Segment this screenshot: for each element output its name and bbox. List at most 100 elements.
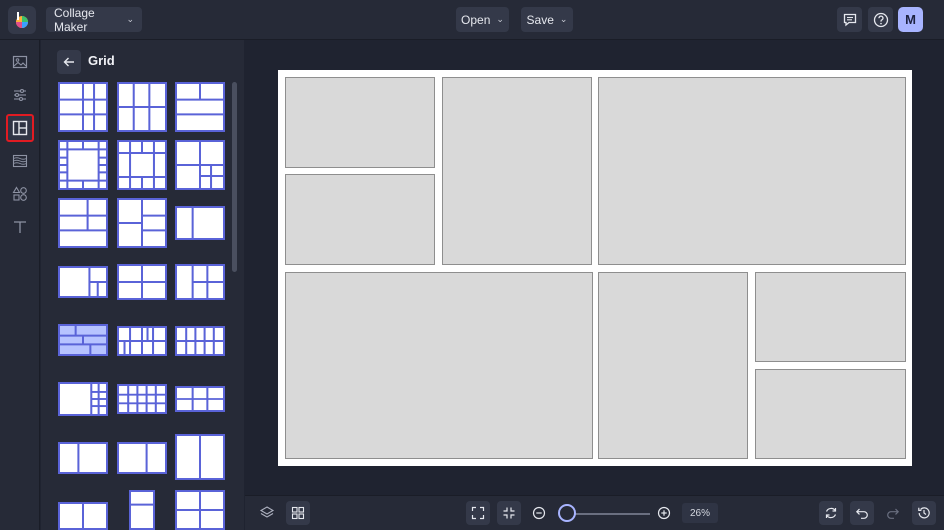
history-button[interactable] bbox=[912, 501, 936, 525]
grid-layout-option[interactable] bbox=[117, 326, 167, 356]
grid-layout-option[interactable] bbox=[175, 386, 225, 412]
sliders-icon bbox=[14, 88, 26, 102]
redo-icon bbox=[887, 508, 900, 519]
collage-cell[interactable] bbox=[285, 174, 435, 265]
grid-layout-option[interactable] bbox=[117, 82, 167, 132]
rail-item-images[interactable] bbox=[6, 48, 34, 76]
grid-layout-option[interactable] bbox=[129, 490, 155, 530]
zoom-level: 26% bbox=[682, 503, 718, 523]
collage-cell[interactable] bbox=[285, 77, 435, 168]
comments-button[interactable] bbox=[837, 7, 862, 32]
layers-button[interactable] bbox=[255, 501, 279, 525]
grid-layout-option[interactable] bbox=[117, 384, 167, 414]
back-button[interactable] bbox=[57, 50, 81, 74]
image-icon bbox=[12, 55, 28, 69]
workspace bbox=[245, 40, 944, 495]
grid-layout-preview bbox=[191, 266, 223, 298]
grid-layout-preview bbox=[119, 200, 165, 246]
shapes-icon bbox=[12, 186, 27, 201]
zoom-slider-handle[interactable] bbox=[558, 504, 576, 522]
history-icon bbox=[918, 507, 930, 519]
help-button[interactable] bbox=[868, 7, 893, 32]
save-label: Save bbox=[526, 12, 554, 27]
rail-item-adjust[interactable] bbox=[6, 81, 34, 109]
grid-layout-preview bbox=[198, 436, 202, 478]
layout-icon bbox=[12, 120, 28, 136]
zoom-in-button[interactable] bbox=[652, 501, 676, 525]
texture-icon bbox=[12, 154, 28, 168]
grid-layout-option[interactable] bbox=[175, 264, 225, 300]
grid-layout-preview bbox=[177, 328, 223, 354]
grid-layout-option[interactable] bbox=[117, 198, 167, 248]
grid-layout-option[interactable] bbox=[58, 82, 108, 132]
undo-button[interactable] bbox=[850, 501, 874, 525]
grid-layout-option[interactable] bbox=[58, 198, 108, 248]
replace-button[interactable] bbox=[819, 501, 843, 525]
rail-item-text[interactable] bbox=[6, 213, 34, 241]
grid-layout-preview bbox=[119, 84, 165, 130]
grid-panel: Grid bbox=[41, 40, 244, 530]
save-dropdown[interactable]: Save ⌄ bbox=[521, 7, 573, 32]
grid-layout-option[interactable] bbox=[175, 82, 225, 132]
rail-item-layouts[interactable] bbox=[6, 114, 34, 142]
avatar-initial: M bbox=[905, 12, 916, 27]
thumbnails-button[interactable] bbox=[286, 501, 310, 525]
collage-cell[interactable] bbox=[755, 272, 906, 362]
comment-icon bbox=[843, 13, 856, 26]
grid-layout-preview bbox=[177, 142, 223, 188]
fit-to-screen-button[interactable] bbox=[466, 501, 490, 525]
grid-layout-preview bbox=[119, 328, 165, 354]
rail-item-graphics[interactable] bbox=[6, 180, 34, 208]
app-logo[interactable] bbox=[8, 6, 36, 34]
grid-layout-option[interactable] bbox=[58, 324, 108, 356]
grid-layout-preview bbox=[60, 84, 106, 130]
grid-layout-option[interactable] bbox=[58, 266, 108, 298]
actual-size-button[interactable] bbox=[497, 501, 521, 525]
grid-layout-preview bbox=[119, 142, 165, 188]
collapse-icon bbox=[503, 507, 515, 519]
collage-cell[interactable] bbox=[598, 77, 906, 265]
expand-icon bbox=[471, 506, 485, 520]
grid-layout-preview bbox=[119, 266, 165, 298]
grid-layout-option[interactable] bbox=[175, 140, 225, 190]
grid-layout-option[interactable] bbox=[58, 502, 108, 530]
grid-layout-option[interactable] bbox=[175, 326, 225, 356]
top-bar: Collage Maker ⌄ Open ⌄ Save ⌄ M bbox=[0, 0, 944, 40]
zoom-out-icon bbox=[532, 506, 546, 520]
grid-layout-preview bbox=[177, 492, 223, 528]
open-dropdown[interactable]: Open ⌄ bbox=[456, 7, 509, 32]
app-menu-dropdown[interactable]: Collage Maker ⌄ bbox=[46, 6, 142, 34]
zoom-in-icon bbox=[657, 506, 671, 520]
grid-icon bbox=[291, 506, 305, 520]
collage-cell[interactable] bbox=[285, 272, 593, 459]
collage-cell[interactable] bbox=[598, 272, 748, 459]
grid-layout-option[interactable] bbox=[58, 382, 108, 416]
grid-layout-option[interactable] bbox=[175, 490, 225, 530]
rail-item-textures[interactable] bbox=[6, 147, 34, 175]
grid-layout-preview bbox=[145, 444, 148, 472]
collage-cell[interactable] bbox=[755, 369, 906, 459]
grid-layout-preview bbox=[191, 208, 194, 238]
grid-layout-option[interactable] bbox=[117, 140, 167, 190]
zoom-out-button[interactable] bbox=[527, 501, 551, 525]
grid-layout-option[interactable] bbox=[58, 140, 108, 190]
grid-layout-preview bbox=[60, 200, 106, 232]
redo-button[interactable] bbox=[881, 501, 905, 525]
grid-layout-option[interactable] bbox=[117, 442, 167, 474]
collage-cell[interactable] bbox=[442, 77, 592, 265]
user-avatar[interactable]: M bbox=[898, 7, 923, 32]
bottom-bar: 26% bbox=[245, 495, 944, 530]
grid-layout-preview bbox=[77, 444, 80, 472]
grid-layout-option[interactable] bbox=[58, 442, 108, 474]
grid-layout-option[interactable] bbox=[117, 264, 167, 300]
grid-layout-option[interactable] bbox=[175, 206, 225, 240]
collage-canvas[interactable] bbox=[278, 70, 912, 466]
chevron-down-icon: ⌄ bbox=[496, 14, 504, 24]
logo-icon bbox=[16, 12, 28, 28]
grid-layout-preview bbox=[119, 386, 165, 412]
grid-layout-option[interactable] bbox=[175, 434, 225, 480]
panel-scrollbar[interactable] bbox=[232, 82, 237, 272]
layers-icon bbox=[259, 506, 275, 518]
text-icon bbox=[14, 221, 26, 233]
zoom-slider-track[interactable] bbox=[570, 513, 650, 515]
